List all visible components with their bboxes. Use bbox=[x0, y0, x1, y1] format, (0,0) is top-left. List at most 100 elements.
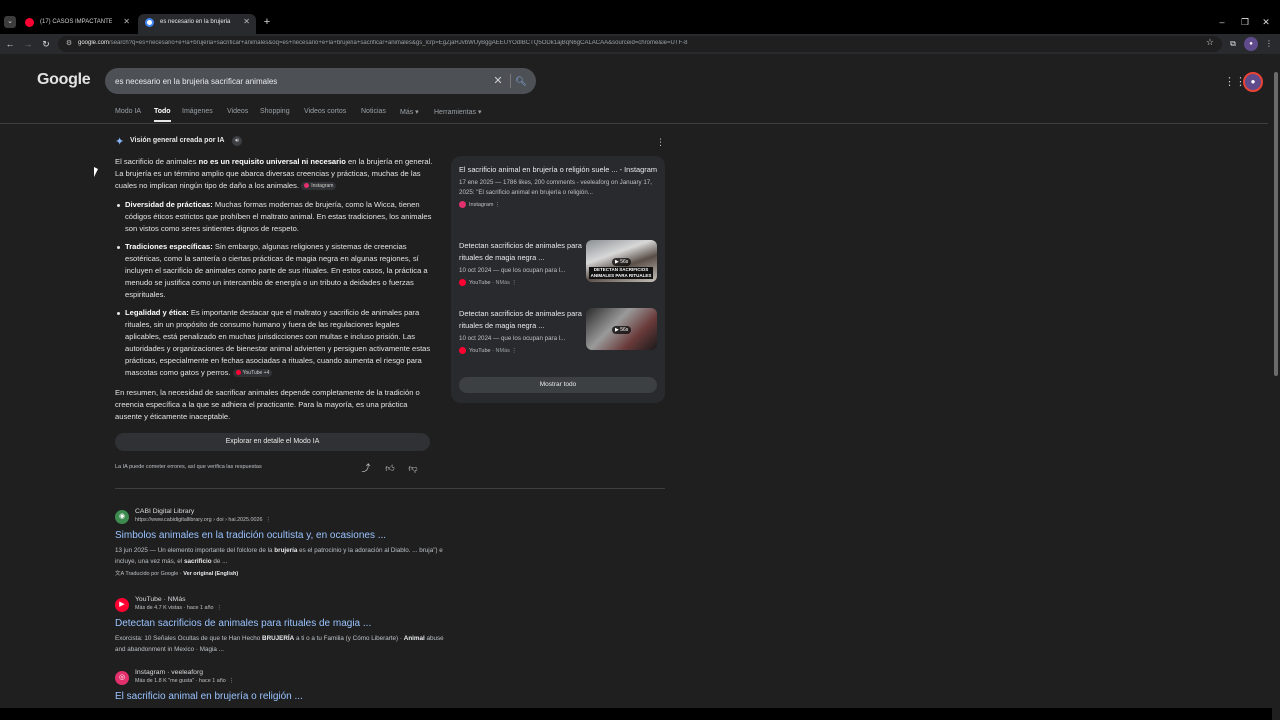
cite-text: Más de 1.8 K "me gusta" · hace 1 año bbox=[135, 678, 226, 684]
thumbs-down-icon[interactable]: 👎︎ bbox=[407, 462, 419, 474]
url-text: google.com/search?q=es+necesario+e+la+br… bbox=[78, 40, 1158, 46]
viewport-bottom-edge bbox=[0, 708, 1272, 720]
result-more-icon[interactable]: ⋮ bbox=[229, 678, 234, 684]
clear-icon[interactable]: ✕ bbox=[490, 73, 506, 89]
bullet-title: Diversidad de prácticas: bbox=[125, 200, 213, 209]
cite-text: Más de 4.7 K vistas · hace 1 año bbox=[135, 605, 214, 611]
source-title[interactable]: Detectan sacrificios de animales para ri… bbox=[459, 240, 584, 264]
source-name: YouTube bbox=[469, 279, 491, 286]
section-divider bbox=[115, 488, 665, 489]
result-title-link[interactable]: Detectan sacrificios de animales para ri… bbox=[115, 618, 371, 629]
thumbs-up-icon[interactable]: 👍︎ bbox=[384, 462, 396, 474]
back-arrow-icon[interactable]: ← bbox=[2, 36, 18, 52]
bookmark-star-icon[interactable]: ☆ bbox=[1206, 37, 1214, 48]
source-chip-instagram[interactable]: Instagram bbox=[301, 182, 337, 190]
source-more-icon[interactable]: ⋮ bbox=[511, 280, 517, 286]
source-title[interactable]: Detectan sacrificios de animales para ri… bbox=[459, 308, 584, 332]
video-duration: ▶ 56s bbox=[612, 326, 632, 334]
search-input[interactable] bbox=[115, 74, 485, 88]
ai-bullet: Diversidad de prácticas: Muchas formas m… bbox=[117, 199, 433, 235]
source-more-icon[interactable]: ⋮ bbox=[511, 348, 517, 354]
youtube-favicon-icon: ▶ bbox=[115, 598, 129, 612]
result-site-name[interactable]: YouTube · NMás bbox=[135, 596, 186, 603]
tab-noticias[interactable]: Noticias bbox=[361, 108, 386, 115]
translate-icon: 文A bbox=[115, 571, 124, 577]
video-thumbnail[interactable]: ▶ 56s DETECTAN SACRIFICIOS ANIMALES PARA… bbox=[586, 240, 657, 282]
duration-text: 56s bbox=[620, 259, 629, 265]
tab-mas[interactable]: Más ▾ bbox=[400, 108, 419, 116]
extensions-icon[interactable]: ⧉ bbox=[1226, 37, 1240, 51]
google-logo[interactable]: Google bbox=[37, 71, 91, 89]
source-chip-youtube[interactable]: YouTube +4 bbox=[232, 369, 273, 377]
ai-sparkle-icon: ✦ bbox=[115, 136, 125, 148]
listen-speaker-icon[interactable]: 🔊︎ bbox=[232, 136, 242, 146]
tab-imagenes[interactable]: Imágenes bbox=[182, 108, 213, 115]
google-apps-icon[interactable]: ⋮⋮ bbox=[1224, 76, 1246, 88]
duration-text: 56s bbox=[620, 327, 629, 333]
minimize-icon[interactable]: – bbox=[1214, 14, 1230, 30]
ai-overview-title: Visión general creada por IA bbox=[130, 137, 225, 144]
tab-modo-ia[interactable]: Modo IA bbox=[115, 108, 141, 115]
search-icon[interactable]: 🔍︎ bbox=[513, 73, 529, 89]
result-meta: Más de 1.8 K "me gusta" · hace 1 año ⋮ bbox=[135, 678, 234, 684]
explore-ai-mode-button[interactable]: Explorar en detalle el Modo IA bbox=[115, 433, 430, 451]
source-attribution: Instagram ⋮ bbox=[459, 201, 657, 208]
source-desc: 10 oct 2024 — que los ocupan para l... bbox=[459, 335, 566, 342]
source-title[interactable]: El sacrificio animal en brujería o relig… bbox=[459, 164, 657, 176]
profile-avatar[interactable]: ● bbox=[1244, 37, 1258, 51]
account-avatar[interactable]: ● bbox=[1243, 72, 1263, 92]
forward-arrow-icon[interactable]: → bbox=[20, 36, 36, 52]
result-title-link[interactable]: Simbolos animales en la tradición oculti… bbox=[115, 530, 386, 541]
tab-todo[interactable]: Todo bbox=[154, 108, 171, 122]
result-more-icon[interactable]: ⋮ bbox=[217, 605, 222, 611]
bullet-text: Es importante destacar que el maltrato y… bbox=[125, 308, 431, 377]
tab-title: es necesario en la brujeria sacr bbox=[160, 19, 232, 25]
tab-strip: ⌄ (17) CASOS IMPACTANTES DE B ✕ es neces… bbox=[0, 0, 1280, 34]
search-box[interactable]: ✕ 🔍︎ bbox=[105, 68, 536, 94]
result-meta: Más de 4.7 K vistas · hace 1 año ⋮ bbox=[135, 605, 222, 611]
source-card[interactable]: Detectan sacrificios de animales para ri… bbox=[459, 308, 584, 354]
mouse-cursor-icon bbox=[94, 167, 98, 177]
source-name: Instagram bbox=[469, 201, 494, 208]
ai-bullet: Tradiciones específicas: Sin embargo, al… bbox=[117, 241, 433, 301]
instagram-icon bbox=[459, 201, 466, 208]
url-path: /search?q=es+necesario+e+la+brujeria+sac… bbox=[109, 40, 688, 46]
browser-tab-youtube[interactable]: (17) CASOS IMPACTANTES DE B ✕ bbox=[18, 14, 136, 34]
result-site-name[interactable]: CABI Digital Library bbox=[135, 508, 194, 515]
tab-title: (17) CASOS IMPACTANTES DE B bbox=[40, 19, 112, 25]
browser-tab-google[interactable]: es necesario en la brujeria sacr ✕ bbox=[138, 14, 256, 34]
result-site-name[interactable]: Instagram · veeleaforg bbox=[135, 669, 203, 676]
source-desc: 10 oct 2024 — que los ocupan para l... bbox=[459, 267, 566, 274]
tab-videos-cortos[interactable]: Videos cortos bbox=[304, 108, 346, 115]
reload-icon[interactable]: ↻ bbox=[38, 36, 54, 52]
show-all-button[interactable]: Mostrar todo bbox=[459, 377, 657, 393]
close-tab-icon[interactable]: ✕ bbox=[243, 14, 250, 30]
new-tab-plus-icon[interactable]: + bbox=[260, 14, 274, 30]
ai-more-options-icon[interactable]: ⋮ bbox=[656, 137, 665, 148]
close-tab-icon[interactable]: ✕ bbox=[123, 14, 130, 30]
tab-videos[interactable]: Videos bbox=[227, 108, 248, 115]
tab-herramientas[interactable]: Herramientas ▾ bbox=[434, 108, 481, 116]
google-favicon-icon bbox=[145, 18, 154, 27]
source-more-icon[interactable]: ⋮ bbox=[495, 202, 501, 208]
ai-bullet: Legalidad y ética: Es importante destaca… bbox=[117, 307, 433, 379]
view-original-link[interactable]: Ver original (English) bbox=[183, 571, 238, 577]
window-close-icon[interactable]: ✕ bbox=[1258, 14, 1274, 30]
share-icon[interactable]: ⤴ bbox=[360, 462, 372, 474]
bullet-title: Legalidad y ética: bbox=[125, 308, 189, 317]
tab-search-icon[interactable]: ⌄ bbox=[4, 16, 16, 28]
site-info-icon[interactable]: ⚙ bbox=[64, 39, 74, 49]
result-more-icon[interactable]: ⋮ bbox=[266, 517, 271, 523]
ai-intro: El sacrificio de animales no es un requi… bbox=[115, 156, 433, 192]
source-channel: · NMás bbox=[492, 347, 510, 354]
source-card[interactable]: Detectan sacrificios de animales para ri… bbox=[459, 240, 584, 286]
tab-shopping[interactable]: Shopping bbox=[260, 108, 290, 115]
result-title-link[interactable]: El sacrificio animal en brujería o relig… bbox=[115, 691, 303, 702]
ai-sources-panel: El sacrificio animal en brujería o relig… bbox=[451, 156, 665, 403]
restore-icon[interactable]: ❐ bbox=[1237, 14, 1253, 30]
source-card[interactable]: El sacrificio animal en brujería o relig… bbox=[459, 164, 657, 208]
scrollbar-thumb[interactable] bbox=[1274, 72, 1278, 376]
video-thumbnail[interactable]: ▶ 56s bbox=[586, 308, 657, 350]
chrome-menu-icon[interactable]: ⋮ bbox=[1262, 37, 1276, 51]
address-bar[interactable]: ⚙ google.com/search?q=es+necesario+e+la+… bbox=[58, 36, 1222, 52]
